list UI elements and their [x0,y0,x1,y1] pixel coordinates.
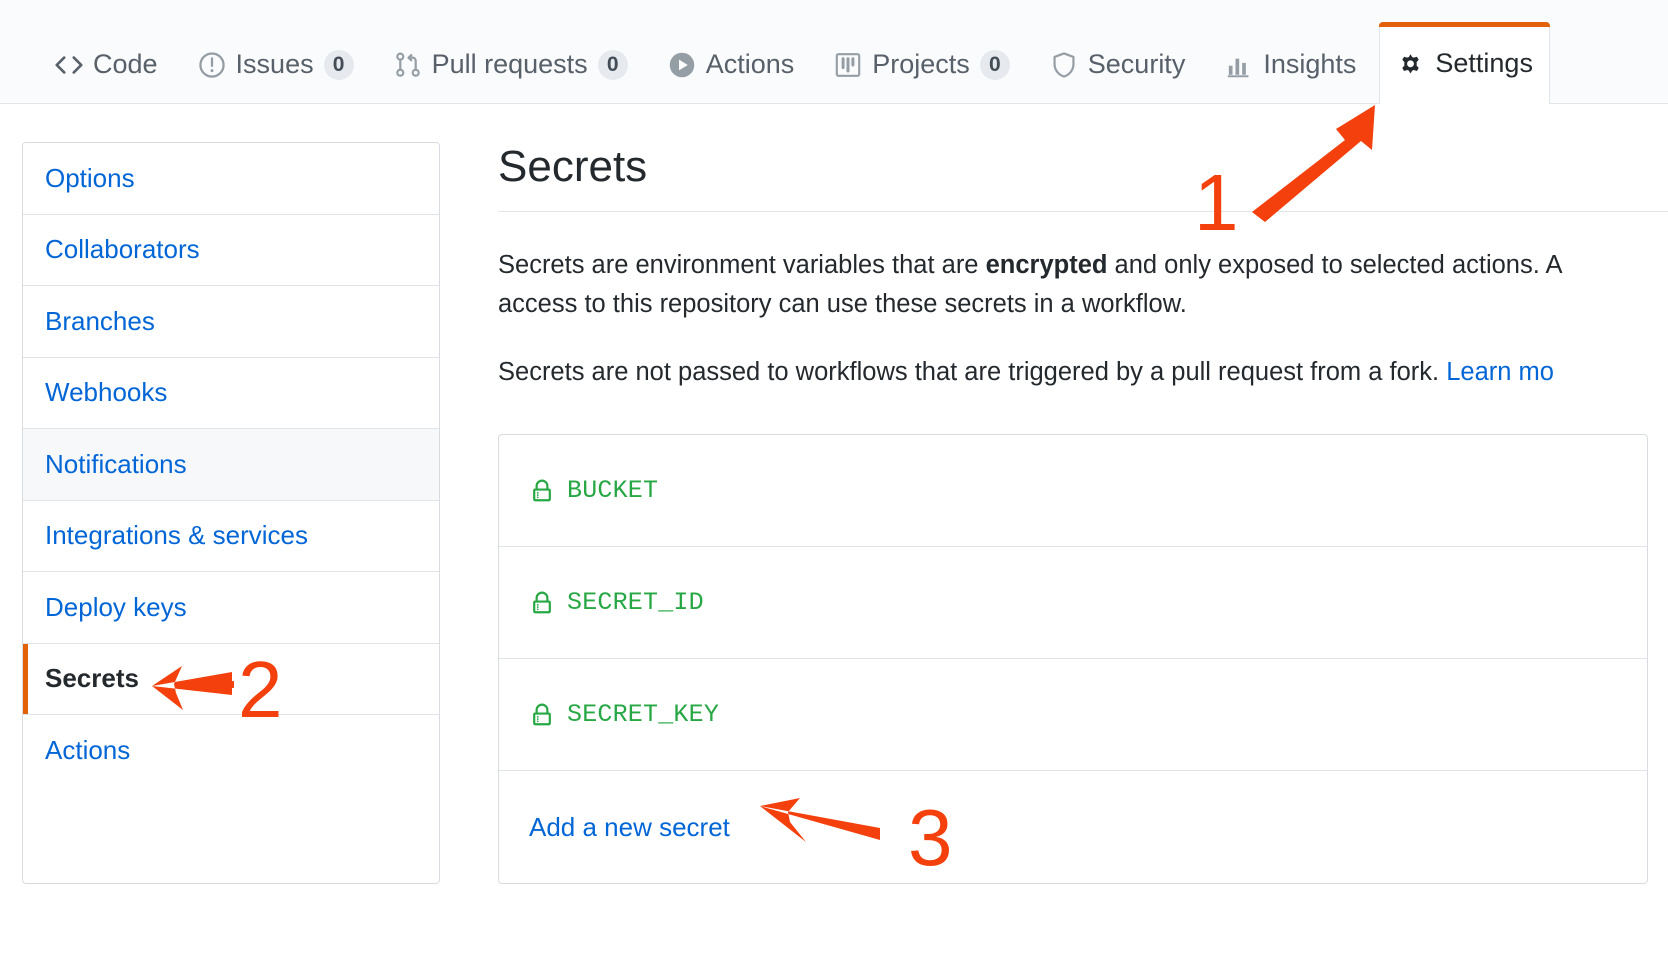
sidebar-item-integrations-and-services[interactable]: Integrations & services [23,500,439,572]
tab-settings[interactable]: Settings [1379,22,1550,104]
tab-label: Projects [872,49,970,79]
lock-icon [529,702,555,728]
tab-label: Security [1087,49,1186,79]
learn-more-link[interactable]: Learn mo [1446,358,1554,386]
page-title: Secrets [498,142,1668,212]
tab-projects[interactable]: Projects 0 [817,25,1027,103]
lock-icon [529,478,555,504]
git-pull-request-icon [394,51,422,79]
secret-name: SECRET_KEY [567,700,720,730]
tab-actions[interactable]: Actions [651,25,812,103]
secrets-description-paragraph: Secrets are environment variables that a… [498,246,1668,325]
sidebar-item-collaborators[interactable]: Collaborators [23,214,439,286]
sidebar-item-webhooks[interactable]: Webhooks [23,357,439,429]
sidebar-item-secrets[interactable]: Secrets [23,643,439,715]
add-new-secret-link[interactable]: Add a new secret [529,812,730,843]
sidebar-item-label: Deploy keys [45,591,187,622]
tab-label: Issues [235,49,314,79]
issues-count: 0 [323,49,354,80]
secrets-list-box: BUCKET SECRET_ID SECRET_KEY Add a new se… [498,434,1648,885]
settings-sidebar-menu: Options Collaborators Branches Webhooks … [22,142,440,885]
description-text-part-2: and only exposed to selected actions. A [1107,250,1563,279]
fork-note-text: Secrets are not passed to workflows that… [498,357,1447,386]
secret-list-item[interactable]: BUCKET [499,435,1647,548]
play-icon [668,51,696,79]
secret-list-item[interactable]: SECRET_ID [499,547,1647,660]
sidebar-item-label: Collaborators [45,234,200,265]
page-body: Options Collaborators Branches Webhooks … [0,104,1668,885]
tab-security[interactable]: Security [1033,25,1203,103]
tab-label: Settings [1435,48,1533,78]
tab-label: Code [93,49,158,79]
secret-name: BUCKET [567,476,659,506]
tab-label: Actions [705,49,795,79]
secret-name: SECRET_ID [567,588,704,618]
settings-main-content: Secrets Secrets are environment variable… [440,142,1668,885]
sidebar-item-label: Branches [45,305,155,336]
sidebar-item-actions[interactable]: Actions [23,715,439,787]
tab-label: Pull requests [431,49,588,79]
fork-note-paragraph: Secrets are not passed to workflows that… [498,353,1668,393]
sidebar-item-label: Options [45,162,135,193]
description-emphasis: encrypted [985,250,1108,279]
projects-count: 0 [979,49,1010,80]
issue-opened-icon [198,51,226,79]
tab-label: Insights [1263,49,1357,79]
sidebar-item-deploy-keys[interactable]: Deploy keys [23,572,439,644]
secret-list-item[interactable]: SECRET_KEY [499,659,1647,772]
project-icon [834,51,862,79]
gear-icon [1396,49,1425,78]
sidebar-item-label: Webhooks [45,377,168,408]
sidebar-item-options[interactable]: Options [23,143,439,215]
description-text-part-1: Secrets are environment variables that a… [498,250,986,279]
description-text-line-2: access to this repository can use these … [498,290,1187,319]
add-secret-row: Add a new secret [499,771,1647,883]
tab-pull-requests[interactable]: Pull requests 0 [377,25,645,103]
tab-issues[interactable]: Issues 0 [181,25,371,103]
shield-icon [1050,51,1078,79]
sidebar-item-branches[interactable]: Branches [23,286,439,358]
pull-requests-count: 0 [597,49,628,80]
sidebar-item-notifications[interactable]: Notifications [23,429,439,501]
sidebar-item-label: Secrets [45,663,139,694]
sidebar-item-label: Notifications [45,448,187,479]
lock-icon [529,590,555,616]
sidebar-item-label: Integrations & services [45,520,309,551]
graph-icon [1225,51,1253,79]
repo-nav-bar: Code Issues 0 Pull requests 0 Actions Pr… [0,0,1668,104]
tab-insights[interactable]: Insights [1208,25,1373,103]
code-icon [55,51,83,79]
sidebar-item-label: Actions [45,735,131,766]
tab-code[interactable]: Code [38,25,175,103]
